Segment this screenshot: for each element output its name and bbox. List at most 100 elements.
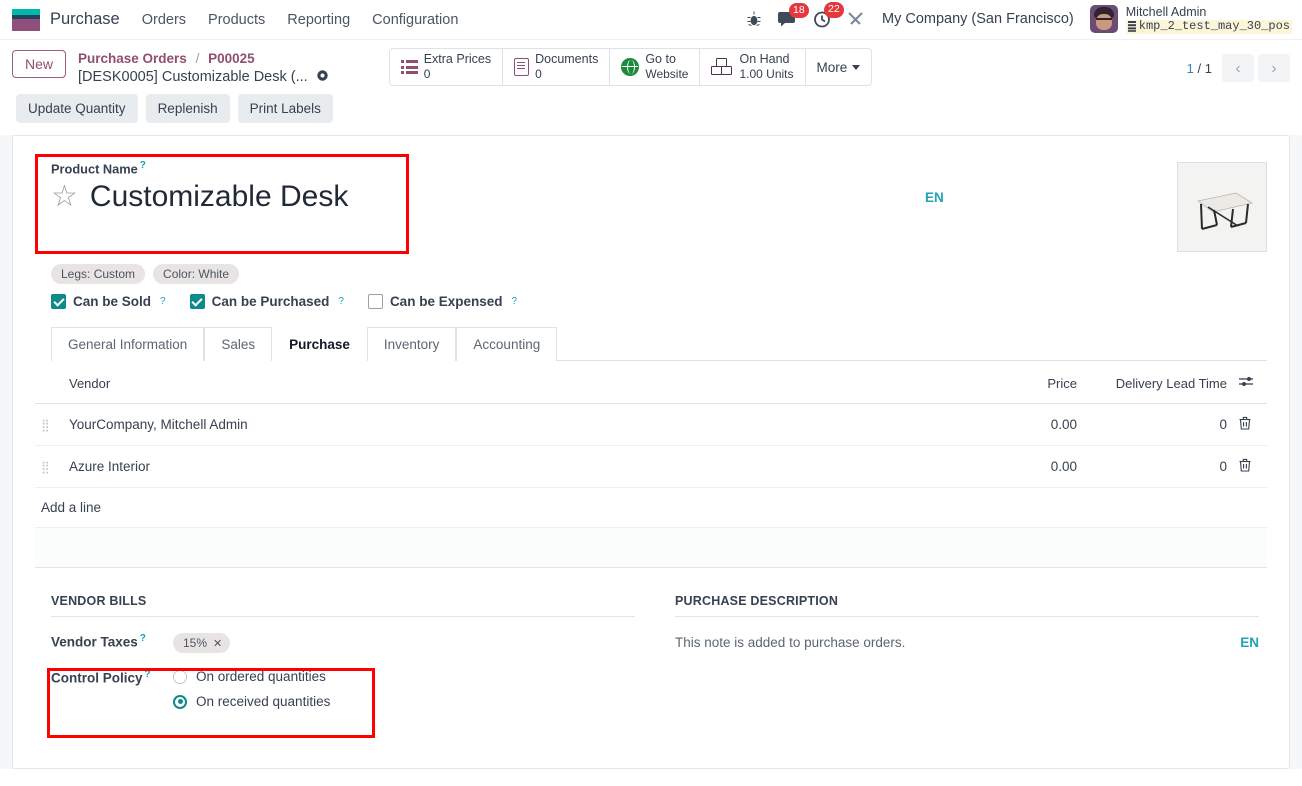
tab-purchase[interactable]: Purchase bbox=[272, 327, 367, 361]
help-icon[interactable]: ? bbox=[511, 296, 517, 307]
app-logo-icon[interactable] bbox=[12, 8, 40, 31]
print-labels-button[interactable]: Print Labels bbox=[237, 94, 333, 123]
database-icon bbox=[1127, 21, 1136, 32]
form-sheet-area: Product Name? ☆ Customizable Desk EN Leg… bbox=[0, 135, 1302, 769]
menu-item-reporting[interactable]: Reporting bbox=[287, 12, 350, 28]
stat-website-label: Go to bbox=[645, 52, 676, 67]
control-panel: New Purchase Orders / P00025 [DESK0005] … bbox=[0, 40, 1302, 90]
menu-item-orders[interactable]: Orders bbox=[142, 12, 186, 28]
table-row[interactable]: ⣿ Azure Interior 0.00 0 bbox=[35, 445, 1267, 488]
user-database: kmp_2_test_may_30_pos bbox=[1125, 18, 1292, 34]
add-a-line-link[interactable]: Add a line bbox=[35, 487, 1267, 528]
help-icon[interactable]: ? bbox=[140, 633, 146, 644]
app-name[interactable]: Purchase bbox=[50, 10, 120, 29]
cell-vendor[interactable]: YourCompany, Mitchell Admin bbox=[63, 403, 893, 446]
cell-vendor[interactable]: Azure Interior bbox=[63, 445, 893, 488]
add-line-row[interactable]: Add a line bbox=[35, 487, 1267, 528]
bottom-groups: VENDOR BILLS Vendor Taxes? 15% ✕ Control… bbox=[35, 594, 1267, 738]
row-delete-button[interactable] bbox=[1233, 403, 1267, 446]
cell-lead-time[interactable]: 0 bbox=[1083, 445, 1233, 488]
more-button[interactable]: More bbox=[806, 49, 872, 85]
stat-documents[interactable]: Documents 0 bbox=[503, 49, 611, 85]
activities-clock-icon[interactable]: 22 bbox=[813, 2, 844, 28]
stat-documents-label: Documents bbox=[535, 52, 599, 67]
help-icon[interactable]: ? bbox=[160, 296, 166, 307]
bug-icon[interactable] bbox=[746, 11, 762, 28]
radio-on-received-quantities-dot[interactable] bbox=[173, 694, 187, 709]
trash-icon[interactable] bbox=[1239, 416, 1251, 433]
tax-tag[interactable]: 15% ✕ bbox=[173, 633, 231, 653]
product-name-lang-badge[interactable]: EN bbox=[925, 190, 944, 205]
checkbox-can-be-sold-box[interactable] bbox=[51, 294, 66, 309]
radio-on-ordered-quantities[interactable]: On ordered quantities bbox=[173, 669, 330, 684]
product-name-label: Product Name? bbox=[51, 160, 146, 177]
cell-lead-time[interactable]: 0 bbox=[1083, 403, 1233, 446]
vendor-pricelist-table: Vendor Price Delivery Lead Time ⣿ YourCo… bbox=[35, 361, 1267, 568]
gear-icon[interactable] bbox=[316, 69, 329, 87]
table-filler-cell bbox=[35, 527, 1267, 568]
messages-icon[interactable]: 18 bbox=[777, 2, 809, 28]
radio-on-received-quantities[interactable]: On received quantities bbox=[173, 694, 330, 709]
favorite-star-icon[interactable]: ☆ bbox=[51, 181, 78, 212]
row-drag-handle[interactable]: ⣿ bbox=[35, 445, 63, 488]
help-icon[interactable]: ? bbox=[145, 669, 151, 680]
tab-accounting[interactable]: Accounting bbox=[456, 327, 558, 361]
stat-extra-prices[interactable]: Extra Prices 0 bbox=[390, 49, 504, 85]
drag-column-header bbox=[35, 361, 63, 404]
trash-icon[interactable] bbox=[1239, 458, 1251, 475]
checkbox-can-be-sold[interactable]: Can be Sold ? bbox=[51, 294, 166, 309]
product-name-value[interactable]: Customizable Desk bbox=[90, 180, 348, 213]
settings-sliders-icon[interactable] bbox=[1239, 376, 1254, 391]
activities-count-badge: 22 bbox=[823, 2, 844, 18]
checkbox-can-be-expensed[interactable]: Can be Expensed ? bbox=[367, 294, 517, 309]
column-header-price[interactable]: Price bbox=[893, 361, 1083, 404]
menu-item-configuration[interactable]: Configuration bbox=[372, 12, 458, 28]
purchase-description-note[interactable]: This note is added to purchase orders. bbox=[675, 635, 905, 650]
product-image[interactable] bbox=[1177, 162, 1267, 252]
breadcrumb-purchase-orders[interactable]: Purchase Orders bbox=[78, 51, 187, 66]
optional-columns-toggle[interactable] bbox=[1233, 361, 1267, 404]
user-menu[interactable]: Mitchell Admin kmp_2_test_may_30_pos bbox=[1125, 5, 1292, 34]
globe-icon bbox=[621, 58, 640, 76]
tax-tag-label: 15% bbox=[183, 636, 208, 650]
checkbox-can-be-purchased[interactable]: Can be Purchased ? bbox=[189, 294, 344, 309]
tab-general-information[interactable]: General Information bbox=[51, 327, 205, 361]
help-icon[interactable]: ? bbox=[140, 160, 146, 171]
close-icon[interactable]: ✕ bbox=[213, 637, 222, 650]
pager-next-button[interactable]: › bbox=[1258, 54, 1290, 82]
update-quantity-button[interactable]: Update Quantity bbox=[16, 94, 138, 123]
company-selector[interactable]: My Company (San Francisco) bbox=[882, 11, 1074, 27]
row-drag-handle[interactable]: ⣿ bbox=[35, 403, 63, 446]
breadcrumb-record-label: [DESK0005] Customizable Desk (... bbox=[78, 69, 308, 86]
action-button-row: Update Quantity Replenish Print Labels bbox=[0, 90, 1302, 135]
avatar[interactable] bbox=[1089, 5, 1118, 34]
new-button[interactable]: New bbox=[12, 50, 67, 78]
replenish-button[interactable]: Replenish bbox=[145, 94, 230, 123]
row-delete-button[interactable] bbox=[1233, 445, 1267, 488]
table-row[interactable]: ⣿ YourCompany, Mitchell Admin 0.00 0 bbox=[35, 403, 1267, 446]
cell-price[interactable]: 0.00 bbox=[893, 445, 1083, 488]
user-database-text: kmp_2_test_may_30_pos bbox=[1138, 18, 1290, 33]
variant-tag-color[interactable]: Color: White bbox=[153, 264, 240, 284]
cell-price[interactable]: 0.00 bbox=[893, 403, 1083, 446]
product-lang-area: EN bbox=[915, 154, 1177, 205]
menu-item-products[interactable]: Products bbox=[208, 12, 265, 28]
variant-tag-legs[interactable]: Legs: Custom bbox=[51, 264, 146, 284]
help-icon[interactable]: ? bbox=[338, 296, 344, 307]
purchase-description-row: This note is added to purchase orders. E… bbox=[675, 635, 1259, 650]
column-header-vendor[interactable]: Vendor bbox=[63, 361, 893, 404]
breadcrumb-order-id[interactable]: P00025 bbox=[208, 51, 255, 66]
checkbox-can-be-purchased-box[interactable] bbox=[189, 294, 205, 309]
pager-previous-button[interactable]: ‹ bbox=[1222, 54, 1254, 82]
tools-icon[interactable] bbox=[847, 11, 864, 28]
column-header-delivery-lead-time[interactable]: Delivery Lead Time bbox=[1083, 361, 1233, 404]
vendor-table-body: ⣿ YourCompany, Mitchell Admin 0.00 0 ⣿ A… bbox=[35, 403, 1267, 568]
stat-go-to-website[interactable]: Go to Website bbox=[610, 49, 701, 85]
tab-inventory[interactable]: Inventory bbox=[366, 327, 457, 361]
document-icon bbox=[514, 58, 530, 76]
tab-sales[interactable]: Sales bbox=[204, 327, 273, 361]
purchase-description-lang-badge[interactable]: EN bbox=[1240, 635, 1259, 650]
stat-on-hand[interactable]: On Hand 1.00 Units bbox=[700, 49, 806, 85]
checkbox-can-be-expensed-box[interactable] bbox=[367, 294, 383, 309]
radio-on-ordered-quantities-dot[interactable] bbox=[173, 669, 187, 684]
